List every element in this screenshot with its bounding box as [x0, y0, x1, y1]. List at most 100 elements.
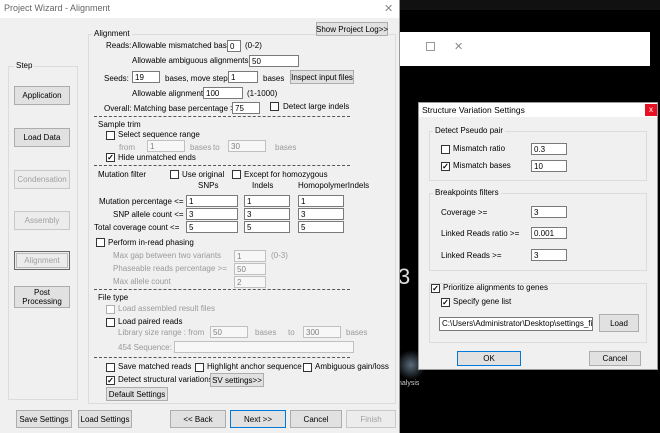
library-to-input[interactable]: 300 [303, 326, 341, 338]
specify-gene-checkbox[interactable]: ✓ [441, 298, 450, 307]
mismatch-ratio-checkbox[interactable] [441, 145, 450, 154]
library-from-input[interactable]: 50 [210, 326, 248, 338]
load-paired-checkbox[interactable] [106, 318, 115, 327]
ambiguous-gain-checkbox[interactable] [303, 363, 312, 372]
seeds-input[interactable]: 19 [132, 71, 160, 83]
next-button[interactable]: Next >> [230, 410, 286, 428]
max-gap-input[interactable]: 1 [234, 250, 266, 262]
specify-gene-label: Specify gene list [453, 297, 512, 306]
mismatched-bases-input[interactable]: 0 [227, 40, 241, 52]
except-homozygous-checkbox[interactable] [232, 170, 241, 179]
save-settings-button[interactable]: Save Settings [16, 410, 72, 428]
use-original-checkbox[interactable] [170, 170, 179, 179]
snp-allele-count-homo[interactable]: 3 [298, 208, 344, 220]
mutation-percentage-snps[interactable]: 1 [186, 195, 238, 207]
step-post-processing-button[interactable]: Post Processing [14, 286, 70, 308]
hide-unmatched-checkbox[interactable]: ✓ [106, 153, 115, 162]
max-allele-input[interactable]: 2 [234, 276, 266, 288]
step-condensation-button[interactable]: Condensation [14, 170, 70, 189]
select-range-checkbox[interactable] [106, 131, 115, 140]
move-step-input[interactable]: 1 [228, 71, 258, 83]
load-paired-label: Load paired reads [118, 317, 183, 326]
mismatched-range: (0-2) [245, 41, 262, 50]
coverage-input[interactable]: 3 [531, 206, 567, 218]
linked-ratio-label: Linked Reads ratio >= [441, 229, 520, 238]
ambiguous-input[interactable]: 50 [249, 55, 299, 67]
finish-button[interactable]: Finish [346, 410, 396, 428]
sv-settings-button[interactable]: SV settings>> [210, 373, 264, 387]
except-homozygous-label: Except for homozygous [244, 170, 328, 179]
sample-trim-legend: Sample trim [98, 120, 141, 129]
allowable-alignments-input[interactable]: 100 [203, 87, 243, 99]
step-assembly-button[interactable]: Assembly [14, 211, 70, 230]
default-settings-button[interactable]: Default Settings [106, 387, 168, 401]
library-bases-label: bases [255, 328, 277, 337]
allowable-alignments-label: Allowable alignments [132, 89, 208, 98]
bases-move-step-label: bases, move step [165, 74, 228, 83]
background-strip [396, 0, 660, 10]
breakpoints-legend: Breakpoints filters [433, 188, 501, 197]
mismatch-bases-input[interactable]: 10 [531, 160, 567, 172]
overall-label: Overall: Matching base percentage >= [104, 104, 240, 113]
pseudo-pair-group [429, 131, 647, 181]
show-project-log-button[interactable]: Show Project Log>> [316, 22, 388, 36]
load-settings-button[interactable]: Load Settings [78, 410, 132, 428]
sv-cancel-button[interactable]: Cancel [589, 351, 641, 366]
main-titlebar: Project Wizard - Alignment [0, 0, 399, 18]
total-coverage-snps[interactable]: 5 [186, 221, 238, 233]
total-coverage-label: Total coverage count <= [94, 223, 180, 232]
detect-sv-checkbox[interactable]: ✓ [106, 376, 115, 385]
total-coverage-homo[interactable]: 5 [298, 221, 344, 233]
snp-allele-count-indels[interactable]: 3 [244, 208, 290, 220]
mutation-percentage-indels[interactable]: 1 [244, 195, 290, 207]
step-application-button[interactable]: Application [14, 86, 70, 105]
inread-phasing-checkbox[interactable] [96, 238, 105, 247]
gene-load-button[interactable]: Load [599, 314, 639, 332]
main-close-icon[interactable]: ✕ [384, 2, 393, 15]
gene-path-input[interactable]: C:\Users\Administrator\Desktop\settings_… [439, 317, 593, 331]
trim-from-input[interactable]: 1 [147, 140, 185, 152]
mutation-percentage-label: Mutation percentage <= [99, 197, 184, 206]
ambiguous-gain-label: Ambiguous gain/loss [315, 362, 389, 371]
large-indels-checkbox[interactable] [270, 102, 279, 111]
highlight-anchor-checkbox[interactable] [195, 363, 204, 372]
linked-reads-input[interactable]: 3 [531, 249, 567, 261]
trim-bases-label: bases [190, 143, 212, 152]
close-icon[interactable]: ✕ [454, 40, 463, 53]
step-alignment-button[interactable]: Alignment [14, 251, 70, 270]
library-to-label: to [288, 328, 295, 337]
mismatch-bases-checkbox[interactable]: ✓ [441, 162, 450, 171]
sv-close-icon: x [649, 105, 653, 114]
overall-input[interactable]: 75 [232, 102, 260, 114]
total-coverage-indels[interactable]: 5 [244, 221, 290, 233]
col-indels: Indels [252, 181, 274, 190]
linked-reads-label: Linked Reads >= [441, 251, 502, 260]
hide-unmatched-label: Hide unmatched ends [118, 153, 196, 162]
cancel-button[interactable]: Cancel [290, 410, 342, 428]
minimize-icon[interactable] [426, 42, 435, 51]
sv-close-button[interactable]: x [645, 104, 657, 116]
mismatch-bases-label: Mismatch bases [453, 161, 511, 170]
coverage-label: Coverage >= [441, 208, 488, 217]
sv-title: Structure Variation Settings [422, 105, 525, 115]
save-matched-checkbox[interactable] [106, 363, 115, 372]
mismatch-ratio-input[interactable]: 0.3 [531, 143, 567, 155]
load-assembled-checkbox[interactable] [106, 305, 115, 314]
back-button[interactable]: << Back [170, 410, 226, 428]
inread-phasing-label: Perform in-read phasing [108, 238, 194, 247]
sv-ok-button[interactable]: OK [457, 351, 521, 366]
phaseable-input[interactable]: 50 [234, 263, 266, 275]
step-load-data-button[interactable]: Load Data [14, 128, 70, 147]
main-title: Project Wizard - Alignment [4, 3, 111, 13]
snp-allele-count-snps[interactable]: 3 [186, 208, 238, 220]
file-type-legend: File type [98, 293, 129, 302]
prioritize-label: Prioritize alignments to genes [443, 283, 548, 292]
mutation-filter-legend: Mutation filter [98, 170, 147, 179]
inspect-input-files-button[interactable]: Inspect input files [290, 70, 354, 84]
trim-to-input[interactable]: 30 [228, 140, 266, 152]
seq454-input[interactable] [174, 341, 354, 353]
mutation-percentage-homo[interactable]: 1 [298, 195, 344, 207]
linked-ratio-input[interactable]: 0.001 [531, 227, 567, 239]
separator [94, 289, 350, 290]
prioritize-checkbox[interactable]: ✓ [431, 284, 440, 293]
